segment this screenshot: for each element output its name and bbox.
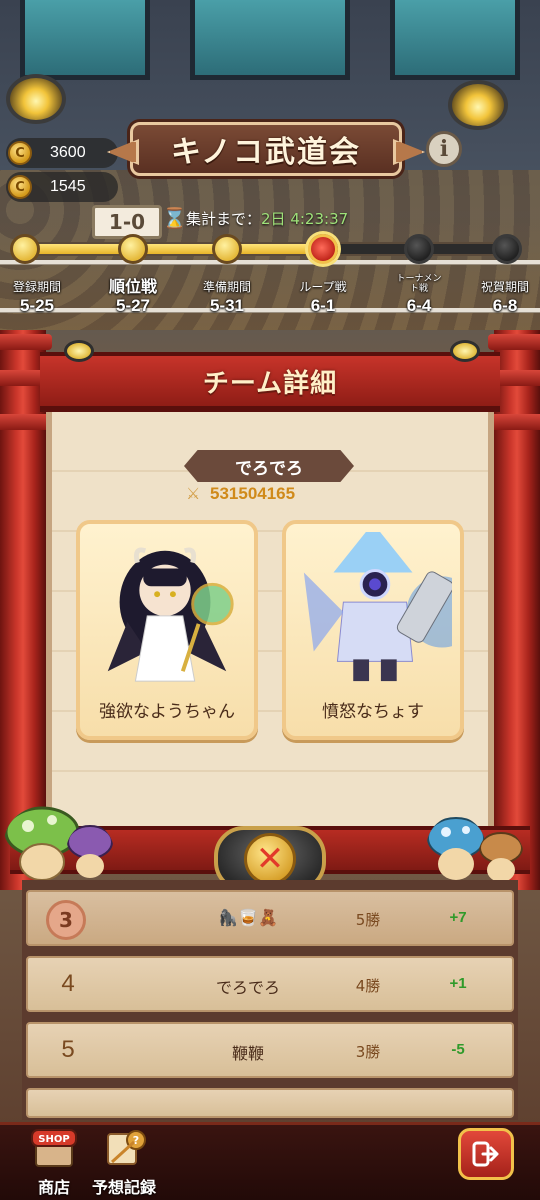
phase-node-6 [492, 234, 522, 264]
phase-celebration: 祝賀期間 6-8 [460, 272, 540, 316]
arena-screen-right [390, 0, 520, 80]
phase-date: 6-4 [406, 296, 432, 315]
post-cap [488, 334, 540, 350]
mushroom-coin-icon: C [8, 141, 32, 165]
mushroom-ticket-icon: C [8, 175, 32, 199]
member-card[interactable]: 強欲なようちゃん [76, 520, 258, 740]
ranking-list: 3 🦍🥃🧸 5勝 +7 4 でろでろ 4勝 +1 5 鞭鞭 3勝 -5 [22, 880, 518, 1120]
phase-date: 6-1 [310, 296, 336, 315]
phase-node-1 [10, 234, 40, 264]
member-card[interactable]: 憤怒なちょす [282, 520, 464, 740]
rank-number: 4 [61, 970, 75, 997]
prediction-record-button[interactable]: ? 予想記録 [84, 1128, 164, 1197]
phase-label: 準備期間 [202, 280, 251, 294]
rank-team-name: でろでろ [215, 978, 280, 997]
rank-delta: -5 [451, 1041, 465, 1058]
countdown: 集計まで：2日 4:23:37 [186, 208, 348, 229]
lamp-icon [450, 340, 480, 362]
currency-coins[interactable]: C 3600 [6, 138, 118, 168]
phase-label: 登録期間 [12, 280, 61, 294]
progress-fill [22, 244, 320, 254]
character-portrait-knight [303, 532, 452, 682]
phase-label: ループ戦 [299, 280, 347, 294]
rank-team-name: 🦍🥃🧸 [218, 908, 278, 927]
close-x-icon: ✕ [244, 833, 296, 885]
phase-node-2 [118, 234, 148, 264]
mushroom-mascot-icon [479, 832, 523, 882]
phase-node-current [308, 234, 338, 264]
rank-wins: 5勝 [355, 911, 381, 929]
spotlight-left-icon [6, 74, 66, 124]
phase-registration: 登録期間 5-25 [0, 272, 82, 316]
shop-icon: SHOP [31, 1129, 77, 1167]
currency-coins-value: 3600 [50, 144, 86, 161]
phase-preparation: 準備期間 5-31 [182, 272, 272, 316]
shop-badge-text: SHOP [38, 1134, 69, 1145]
phase-loop: ループ戦 6-1 [278, 272, 368, 316]
rank-delta: +7 [449, 909, 467, 926]
mushroom-mascot-icon [67, 825, 113, 878]
event-title-plaque: キノコ武道会 [130, 122, 402, 176]
phase-progress-track [0, 234, 540, 264]
countdown-label: 集計まで： [186, 210, 262, 228]
prediction-label: 予想記録 [91, 1178, 156, 1197]
phase-date: 5-31 [209, 296, 245, 315]
info-icon[interactable]: i [426, 131, 462, 167]
team-power: ⚔ 531504165 [186, 484, 295, 504]
rank-team-name: 鞭鞭 [231, 1044, 264, 1063]
table-row[interactable]: 4 でろでろ 4勝 +1 [26, 956, 514, 1012]
rank-number: 5 [61, 1036, 75, 1063]
rank-wins: 4勝 [355, 977, 381, 995]
post-cap [0, 334, 52, 350]
panel-title: チーム詳細 [202, 368, 338, 399]
post-cap [0, 414, 52, 430]
phase-tournament: トーナメント戦 6-4 [374, 272, 464, 316]
table-row[interactable]: 3 🦍🥃🧸 5勝 +7 [26, 890, 514, 946]
mushroom-mascot-icon [427, 817, 485, 880]
currency-tickets-value: 1545 [50, 178, 86, 195]
character-portrait-maid [107, 547, 234, 682]
phase-label: 順位戦 [108, 277, 157, 296]
shop-button[interactable]: SHOP 商店 [14, 1128, 94, 1197]
team-power-value: 531504165 [210, 484, 296, 503]
phase-date: 6-8 [492, 296, 518, 315]
hourglass-icon: ⌛ [162, 206, 187, 230]
phase-node-3 [212, 234, 242, 264]
table-row[interactable]: 5 鞭鞭 3勝 -5 [26, 1022, 514, 1078]
arena-screen-center [190, 0, 350, 80]
exit-icon [472, 1141, 499, 1167]
member-name: 強欲なようちゃん [99, 702, 235, 722]
phase-date: 5-25 [19, 296, 55, 315]
crossed-swords-icon: ⚔ [186, 484, 201, 503]
spotlight-right-icon [448, 80, 508, 130]
svg-text:?: ? [133, 1134, 139, 1147]
page-title: キノコ武道会 [171, 135, 361, 170]
phase-date: 5-27 [115, 296, 151, 315]
phase-node-5 [404, 234, 434, 264]
rank-badge: 3 [46, 900, 86, 940]
member-name: 憤怒なちょす [322, 702, 424, 722]
phase-label: トーナメント戦 [396, 274, 442, 294]
rank-wins: 3勝 [355, 1043, 381, 1061]
ring-post-right [488, 330, 540, 890]
panel-header: チーム詳細 [40, 352, 500, 412]
countdown-value: 2日 4:23:37 [261, 210, 349, 228]
rank-delta: +1 [449, 975, 467, 992]
phase-label: 祝賀期間 [480, 280, 529, 294]
team-name-banner: でろでろ [184, 450, 354, 482]
prediction-scroll-icon: ? [107, 1130, 146, 1165]
exit-button[interactable] [458, 1128, 514, 1180]
lamp-icon [64, 340, 94, 362]
currency-tickets[interactable]: C 1545 [6, 172, 118, 202]
post-cap [488, 414, 540, 430]
shop-label: 商店 [37, 1178, 70, 1197]
phase-ranking: 順位戦 5-27 [88, 272, 178, 316]
table-row[interactable] [26, 1088, 514, 1118]
arena-screen-left [20, 0, 150, 80]
